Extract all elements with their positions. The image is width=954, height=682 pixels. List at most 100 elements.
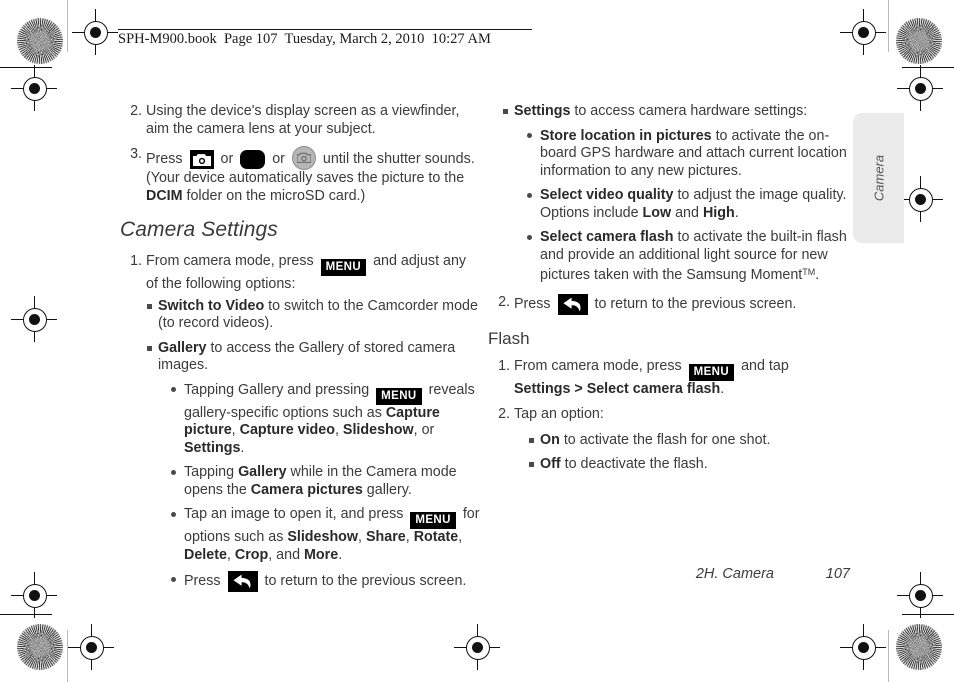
option-label: On <box>540 431 560 448</box>
list-marker: 3. <box>130 146 142 162</box>
flash-step-1-mid: and tap <box>741 357 789 374</box>
sub-bullet-pre: Tapping <box>184 464 239 480</box>
header-rule <box>118 29 532 30</box>
list-marker: 2. <box>130 103 142 119</box>
separator: , <box>358 529 366 545</box>
square-bullet-icon <box>147 303 152 309</box>
menu-key-icon[interactable]: MENU <box>376 387 422 405</box>
list-item-flash-step-2: 2. Tap an option: <box>488 406 850 424</box>
footer-chapter: 2H. Camera <box>695 566 774 582</box>
back-arrow-icon[interactable] <box>557 293 588 315</box>
option-share: Share <box>365 529 406 545</box>
option-crop: Crop <box>234 546 269 563</box>
separator: , <box>458 529 463 545</box>
menu-key-icon[interactable]: MENU <box>410 512 456 529</box>
menu-key-icon[interactable]: MENU <box>320 259 367 276</box>
sub-bullet-press-back: Press to return to the previous screen. <box>170 571 480 592</box>
press-tail: to return to the previous screen. <box>264 573 467 589</box>
book-header-line: SPH-M900.book Page 107 Tuesday, March 2,… <box>118 31 491 47</box>
square-bullet-icon <box>147 345 152 351</box>
list-marker: 2. <box>498 406 510 422</box>
option-more: More <box>304 546 339 563</box>
manual-page: SPH-M900.book Page 107 Tuesday, March 2,… <box>0 0 954 682</box>
option-delete: Delete <box>184 546 227 563</box>
period: . <box>815 267 820 283</box>
section-heading-camera-settings: Camera Settings <box>120 218 278 241</box>
setting-label: Store location in pictures <box>540 127 712 144</box>
footer-page-number: 107 <box>825 566 850 582</box>
option-text: to deactivate the flash. <box>560 456 708 472</box>
list-marker: 2. <box>498 293 510 310</box>
square-bullet-icon <box>529 437 534 443</box>
round-bullet-icon <box>527 234 532 240</box>
flash-step-2-text: Tap an option: <box>514 406 604 422</box>
list-marker: 1. <box>130 253 142 269</box>
setting-label: Select video quality <box>540 187 674 203</box>
period: . <box>720 380 725 397</box>
step-3-lead: Press <box>146 151 183 167</box>
list-item-step-3: 3. Press or or until the shutter sounds.… <box>120 146 480 205</box>
round-bullet-icon <box>171 511 176 517</box>
round-bullet-icon <box>171 387 176 392</box>
bullet-label: Gallery <box>158 339 207 356</box>
sub-bullet-store-location: Store location in pictures to activate t… <box>526 128 850 181</box>
press-lead: Press <box>184 573 221 589</box>
list-item-flash-step-1: 1. From camera mode, press MENU and tap … <box>488 358 850 399</box>
square-bullet-icon <box>503 109 508 114</box>
separator: , <box>334 422 343 438</box>
list-marker: 1. <box>498 357 510 374</box>
press-lead: Press <box>514 295 551 312</box>
bullet-label: Settings <box>514 103 571 119</box>
camera-square-icon[interactable] <box>189 150 214 169</box>
list-item-settings-step-1: 1. From camera mode, press MENU and adju… <box>120 253 480 294</box>
period: . <box>734 204 739 221</box>
step-3-or-1: or <box>220 151 234 167</box>
camera-circle-icon[interactable] <box>291 146 316 170</box>
option-capture-video: Capture video <box>239 422 335 438</box>
settings-step-1-lead: From camera mode, press <box>146 253 314 269</box>
sub-bullet-tapping-gallery-menu: Tapping Gallery and pressing MENU reveal… <box>170 382 480 458</box>
option-slideshow: Slideshow <box>287 529 359 545</box>
bullet-gallery: Gallery to access the Gallery of stored … <box>146 340 480 375</box>
sub-bullet-tap-image-options: Tap an image to open it, and press MENU … <box>170 506 480 564</box>
round-bullet-icon <box>527 133 532 138</box>
sub-bullet-select-video-quality: Select video quality to adjust the image… <box>526 187 850 222</box>
bullet-flash-off: Off to deactivate the flash. <box>528 456 850 474</box>
sub-bullet-lead: Tap an image to open it, and press <box>184 506 404 522</box>
option-settings: Settings <box>184 439 241 456</box>
side-tab-label: Camera <box>871 154 886 202</box>
separator: , or <box>413 422 435 438</box>
separator: , and <box>268 546 305 563</box>
option-text: to activate the flash for one shot. <box>559 431 771 448</box>
step-2-text: Using the device's display screen as a v… <box>146 103 460 137</box>
press-tail: to return to the previous screen. <box>594 295 797 312</box>
separator: , <box>405 529 414 545</box>
sub-bullet-end: gallery. <box>362 481 412 498</box>
right-column: Settings to access camera hardware setti… <box>488 103 850 481</box>
back-arrow-icon[interactable] <box>227 571 258 592</box>
flash-path-settings-select-camera-flash: Settings > Select camera flash <box>514 380 721 397</box>
bullet-flash-on: On to activate the flash for one shot. <box>528 432 850 450</box>
round-bullet-icon <box>171 576 176 582</box>
left-column: 2. Using the device's display screen as … <box>120 103 480 599</box>
option-label: Off <box>540 456 561 472</box>
period: . <box>338 546 343 563</box>
list-item-step-2: 2. Using the device's display screen as … <box>120 103 480 138</box>
bullet-settings: Settings to access camera hardware setti… <box>502 103 850 121</box>
trademark-symbol: TM <box>802 267 816 277</box>
separator: , <box>226 546 235 563</box>
setting-label: Select camera flash <box>540 229 674 245</box>
round-bullet-icon <box>171 469 176 475</box>
separator: and <box>671 204 703 221</box>
square-bullet-icon <box>529 462 534 467</box>
menu-key-icon[interactable]: MENU <box>688 363 735 381</box>
shutter-round-button-icon[interactable] <box>240 150 266 169</box>
term-camera-pictures: Camera pictures <box>250 481 363 498</box>
step-3-dcim: DCIM <box>146 187 183 204</box>
step-3-or-2: or <box>272 151 285 167</box>
period: . <box>240 439 245 456</box>
term-gallery: Gallery <box>238 464 287 480</box>
step-3-tail-b: folder on the microSD card.) <box>182 187 366 204</box>
round-bullet-icon <box>527 192 532 198</box>
page-footer: 2H. Camera 107 <box>488 566 850 586</box>
